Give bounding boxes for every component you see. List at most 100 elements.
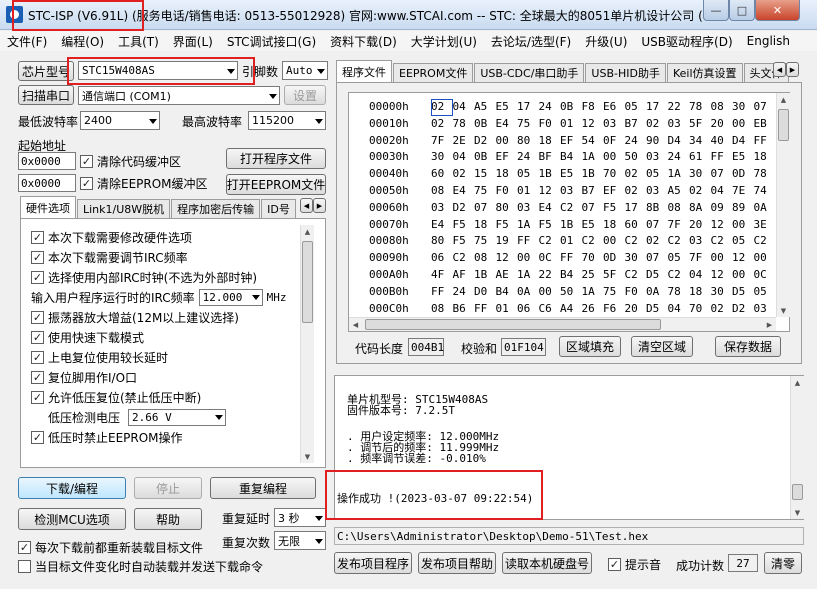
hex-byte[interactable]: 04	[453, 99, 475, 116]
hex-byte[interactable]: 60	[625, 217, 647, 234]
save-data-button[interactable]: 保存数据	[715, 336, 781, 357]
hex-byte[interactable]: 01	[560, 116, 582, 133]
hex-byte[interactable]: F6	[603, 301, 625, 318]
hex-byte[interactable]: F5	[539, 217, 561, 234]
hex-byte[interactable]: 74	[754, 183, 776, 200]
tab-hardware-options[interactable]: 硬件选项	[20, 196, 76, 218]
scroll-up-icon[interactable]: ▲	[777, 93, 790, 106]
hex-byte[interactable]: 12	[711, 267, 733, 284]
hex-byte[interactable]: 20	[625, 301, 647, 318]
hex-byte[interactable]: 75	[474, 233, 496, 250]
hex-byte[interactable]: C2	[539, 233, 561, 250]
detect-mcu-options-button[interactable]: 检测MCU选项	[18, 508, 126, 530]
hex-byte[interactable]: 2E	[453, 133, 475, 150]
hex-byte[interactable]: FF	[560, 250, 582, 267]
fill-region-button[interactable]: 区域填充	[559, 336, 621, 357]
repeat-program-button[interactable]: 重复编程	[210, 477, 316, 499]
hex-byte[interactable]: 00	[754, 250, 776, 267]
hex-byte[interactable]: 08	[431, 301, 453, 318]
publish-project-help-button[interactable]: 发布项目帮助	[418, 552, 496, 574]
menu-usb-driver[interactable]: USB驱动程序(D)	[634, 33, 739, 50]
hex-byte[interactable]: 15	[474, 166, 496, 183]
menu-university[interactable]: 大学计划(U)	[404, 33, 484, 50]
hex-byte[interactable]: 50	[560, 284, 582, 301]
hex-byte[interactable]: FF	[754, 133, 776, 150]
hex-byte[interactable]: 17	[625, 200, 647, 217]
tab-link1-offline[interactable]: Link1/U8W脱机	[77, 199, 171, 218]
hex-byte[interactable]: 00	[603, 233, 625, 250]
hex-byte[interactable]: 00	[539, 284, 561, 301]
hex-byte[interactable]: 90	[646, 133, 668, 150]
hex-byte[interactable]: 0C	[754, 267, 776, 284]
hex-byte[interactable]: 0C	[539, 250, 561, 267]
hex-byte[interactable]: 24	[517, 149, 539, 166]
hex-byte[interactable]: 12	[496, 250, 518, 267]
hex-byte[interactable]: 22	[668, 99, 690, 116]
scroll-up-icon[interactable]: ▲	[791, 376, 804, 389]
chip-model-select[interactable]: STC15W408AS	[78, 61, 238, 80]
hex-byte[interactable]: 07	[711, 166, 733, 183]
hex-byte[interactable]: FF	[431, 284, 453, 301]
clear-region-button[interactable]: 清空区域	[631, 336, 693, 357]
code-start-address-input[interactable]: 0x0000	[18, 152, 76, 170]
option-osc-gain[interactable]: ✓ 振荡器放大增益(12M以上建议选择)	[31, 307, 309, 327]
menu-program[interactable]: 编程(O)	[54, 33, 111, 50]
hex-byte[interactable]: 00	[711, 250, 733, 267]
scroll-right-icon[interactable]: ▶	[763, 318, 776, 331]
tab-program-file[interactable]: 程序文件	[336, 60, 392, 82]
hex-byte[interactable]: 0B	[560, 99, 582, 116]
tab-id-number[interactable]: ID号	[261, 199, 296, 218]
hex-byte[interactable]: C2	[754, 233, 776, 250]
menu-forum[interactable]: 去论坛/选型(F)	[484, 33, 578, 50]
hex-byte[interactable]: 24	[668, 149, 690, 166]
hex-byte[interactable]: C2	[668, 267, 690, 284]
hex-byte[interactable]: A4	[560, 301, 582, 318]
eeprom-start-address-input[interactable]: 0x0000	[18, 174, 76, 192]
menu-file[interactable]: 文件(F)	[0, 33, 54, 50]
hex-byte[interactable]: 1B	[582, 166, 604, 183]
hex-byte[interactable]: 3E	[754, 217, 776, 234]
hex-byte[interactable]: 03	[560, 183, 582, 200]
hex-byte[interactable]: 00	[732, 217, 754, 234]
hex-byte[interactable]: 78	[453, 116, 475, 133]
hex-byte[interactable]: 02	[625, 183, 647, 200]
hex-horizontal-scrollbar[interactable]: ◀ ▶	[349, 317, 776, 331]
hex-byte[interactable]: 07	[754, 99, 776, 116]
hex-byte[interactable]: E5	[732, 149, 754, 166]
hex-byte[interactable]: A5	[668, 183, 690, 200]
tab-eeprom-file[interactable]: EEPROM文件	[393, 63, 474, 82]
hex-byte[interactable]: 70	[689, 301, 711, 318]
hex-byte[interactable]: 30	[431, 149, 453, 166]
hex-byte[interactable]: 75	[474, 183, 496, 200]
open-eeprom-file-button[interactable]: 打开EEPROM文件	[226, 174, 326, 195]
hex-byte[interactable]: E5	[496, 99, 518, 116]
option-long-reset-delay[interactable]: ✓ 上电复位使用较长延时	[31, 347, 309, 367]
hex-byte[interactable]: 00	[603, 149, 625, 166]
chip-model-button[interactable]: 芯片型号	[18, 61, 74, 81]
menu-view[interactable]: 界面(L)	[166, 33, 220, 50]
hex-byte[interactable]: 1B	[539, 166, 561, 183]
hex-byte[interactable]: 02	[646, 116, 668, 133]
hex-byte[interactable]: 0F	[603, 133, 625, 150]
hex-byte[interactable]: FF	[711, 149, 733, 166]
hex-byte[interactable]: D4	[732, 133, 754, 150]
hex-byte[interactable]: 24	[625, 133, 647, 150]
hex-byte[interactable]: EF	[603, 183, 625, 200]
hex-byte[interactable]: 34	[689, 133, 711, 150]
hex-byte[interactable]: 30	[732, 99, 754, 116]
hex-byte[interactable]: 7E	[732, 183, 754, 200]
hex-byte[interactable]: 30	[689, 166, 711, 183]
hex-byte[interactable]: 00	[732, 116, 754, 133]
hex-byte[interactable]: 1A	[582, 149, 604, 166]
hex-byte[interactable]: 03	[517, 200, 539, 217]
settings-button[interactable]: 设置	[284, 85, 326, 105]
tab-scroll-left-icon[interactable]: ◀	[773, 62, 786, 77]
close-button[interactable]: ✕	[755, 0, 800, 21]
hex-byte[interactable]: 75	[517, 116, 539, 133]
hex-byte[interactable]: D4	[668, 133, 690, 150]
hex-byte[interactable]: C2	[711, 233, 733, 250]
hex-byte[interactable]: 03	[646, 183, 668, 200]
hex-byte[interactable]: B6	[453, 301, 475, 318]
tab-scroll-right-icon[interactable]: ▶	[313, 198, 326, 213]
scroll-down-icon[interactable]: ▼	[301, 450, 314, 463]
